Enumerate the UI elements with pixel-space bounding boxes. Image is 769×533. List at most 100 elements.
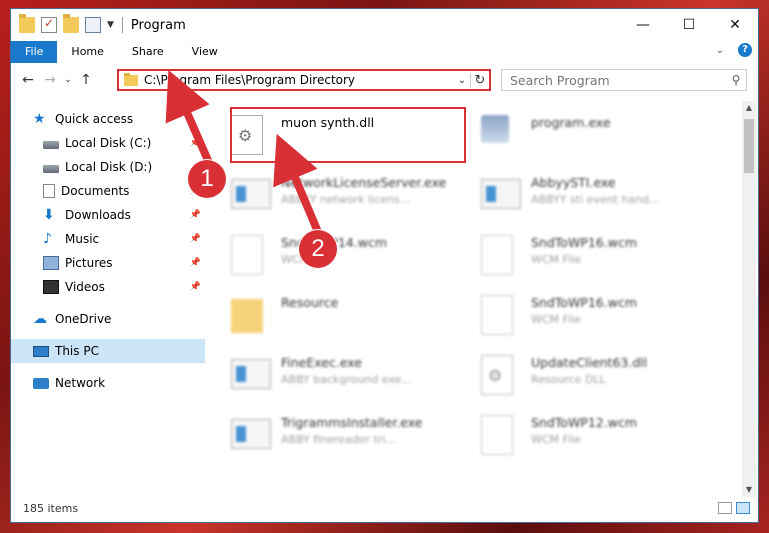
file-name: AbbyySTI.exe (531, 175, 616, 190)
close-button[interactable]: ✕ (712, 9, 758, 41)
sidebar-item-network[interactable]: Network (11, 371, 205, 395)
vertical-scrollbar[interactable]: ▲ ▼ (742, 101, 756, 497)
file-item[interactable]: muon synth.dll (207, 105, 447, 161)
file-name: UpdateClient63.dll (531, 355, 648, 370)
file-item[interactable]: SndToWP12.wcm WCM File (457, 405, 697, 461)
sidebar-item-local-disk-c[interactable]: Local Disk (C:) 📌 (11, 131, 205, 155)
navigation-bar: ← → ⌄ ↑ C:\Program Files\Program Directo… (11, 65, 758, 95)
file-item[interactable]: AbbyySTI.exe ABBYY sti event hand... (457, 165, 697, 221)
folder-icon[interactable] (19, 14, 35, 33)
search-box[interactable]: ⚲ (501, 69, 747, 91)
file-item[interactable]: UpdateClient63.dll Resource DLL (457, 345, 697, 401)
file-name: FineExec.exe (281, 355, 362, 370)
pin-icon: 📌 (189, 138, 201, 148)
folder-icon (124, 72, 138, 86)
expand-ribbon-chevron-icon[interactable]: ⌄ (716, 45, 724, 56)
navigation-pane: ★ Quick access Local Disk (C:) 📌 Local D… (11, 101, 205, 496)
up-button[interactable]: ↑ (75, 72, 97, 88)
blank-file-icon (231, 235, 263, 275)
large-icons-view-icon[interactable] (736, 502, 750, 514)
window-title: Program (130, 17, 186, 33)
tab-share[interactable]: Share (118, 41, 178, 63)
search-icon[interactable]: ⚲ (726, 73, 746, 87)
file-item[interactable]: SndToWP16.wcm WCM File (457, 285, 697, 341)
explorer-window: ▼ Program — ☐ ✕ File Home Share View ⌄ ?… (10, 8, 759, 523)
scroll-up-icon[interactable]: ▲ (742, 101, 756, 115)
title-separator (121, 17, 123, 33)
file-type: Resource DLL (531, 373, 606, 386)
download-icon: ⬇ (43, 207, 55, 223)
document-icon (43, 184, 55, 198)
tab-home[interactable]: Home (57, 41, 117, 63)
blank-file-icon (481, 235, 513, 275)
file-name: NetworkLicenseServer.exe (281, 175, 447, 190)
sidebar-item-label: Quick access (55, 112, 134, 126)
file-name: Resource (281, 295, 339, 310)
step-badge-1: 1 (188, 160, 226, 198)
file-item[interactable]: FineExec.exe ABBY background exe... (207, 345, 447, 401)
back-button[interactable]: ← (17, 72, 39, 88)
properties-check-icon[interactable] (41, 16, 57, 33)
forward-button[interactable]: → (39, 72, 61, 88)
refresh-button[interactable]: ↻ (470, 72, 489, 88)
tab-file[interactable]: File (11, 41, 58, 63)
file-item[interactable]: program.exe (457, 105, 697, 161)
file-type: ABBY background exe... (281, 373, 412, 386)
details-view-icon[interactable] (718, 502, 732, 514)
sidebar-item-label: Documents (61, 184, 130, 198)
pin-icon: 📌 (189, 282, 201, 292)
sidebar-item-label: OneDrive (55, 312, 112, 326)
cloud-icon: ☁ (33, 311, 47, 327)
exe-icon (231, 419, 271, 449)
properties-icon[interactable] (85, 17, 101, 33)
computer-icon (33, 345, 49, 357)
maximize-button[interactable]: ☐ (666, 9, 712, 41)
minimize-button[interactable]: — (620, 9, 666, 41)
search-input[interactable] (502, 71, 726, 89)
sidebar-item-label: Music (65, 232, 100, 246)
ribbon-tabs: File Home Share View ⌄ ? (11, 41, 758, 63)
file-type: WCM File (531, 313, 581, 326)
network-icon (33, 377, 49, 389)
sidebar-item-label: Local Disk (D:) (65, 160, 153, 174)
sidebar-item-this-pc[interactable]: This PC (11, 339, 205, 363)
sidebar-item-label: Downloads (65, 208, 131, 222)
disk-icon (43, 140, 59, 149)
file-type: ABBY finereader tri... (281, 433, 396, 446)
address-dropdown-icon[interactable]: ⌄ (454, 75, 470, 86)
file-item[interactable]: Resource (207, 285, 447, 341)
sidebar-item-pictures[interactable]: Pictures 📌 (11, 251, 205, 275)
address-bar[interactable]: C:\Program Files\Program Directory ⌄ ↻ (117, 69, 491, 91)
customize-toolbar-dropdown-icon[interactable]: ▼ (107, 20, 114, 30)
exe-icon (481, 179, 521, 209)
scroll-thumb[interactable] (744, 119, 754, 173)
sidebar-item-downloads[interactable]: ⬇ Downloads 📌 (11, 203, 205, 227)
star-icon: ★ (33, 111, 46, 127)
file-item[interactable]: TrigrammsInstaller.exe ABBY finereader t… (207, 405, 447, 461)
item-count: 185 items (23, 501, 79, 515)
file-item[interactable]: NetworkLicenseServer.exe ABBYY network l… (207, 165, 447, 221)
pin-icon: 📌 (189, 234, 201, 244)
exe-icon (231, 179, 271, 209)
file-name: program.exe (531, 115, 611, 130)
window-controls: — ☐ ✕ (620, 9, 758, 41)
file-name: muon synth.dll (281, 115, 375, 130)
sidebar-item-music[interactable]: ♪ Music 📌 (11, 227, 205, 251)
new-folder-icon[interactable] (63, 14, 79, 33)
dll-icon (481, 355, 513, 395)
sidebar-item-quick-access[interactable]: ★ Quick access (11, 107, 205, 131)
file-name: SndToWP16.wcm (531, 295, 637, 310)
recent-locations-icon[interactable]: ⌄ (61, 75, 75, 85)
sidebar-item-onedrive[interactable]: ☁ OneDrive (11, 307, 205, 331)
file-item[interactable]: SndToWP16.wcm WCM File (457, 225, 697, 281)
tab-view[interactable]: View (178, 41, 232, 63)
address-path[interactable]: C:\Program Files\Program Directory (144, 73, 454, 87)
status-bar: 185 items (11, 494, 758, 522)
sidebar-item-local-disk-d[interactable]: Local Disk (D:) (11, 155, 205, 179)
sidebar-item-videos[interactable]: Videos 📌 (11, 275, 205, 299)
sidebar-item-documents[interactable]: Documents 📌 (11, 179, 205, 203)
file-list: muon synth.dll program.exe NetworkLicens… (207, 101, 739, 496)
file-name: SndToWP16.wcm (531, 235, 637, 250)
folder-icon (231, 299, 263, 333)
help-button[interactable]: ? (738, 43, 752, 57)
